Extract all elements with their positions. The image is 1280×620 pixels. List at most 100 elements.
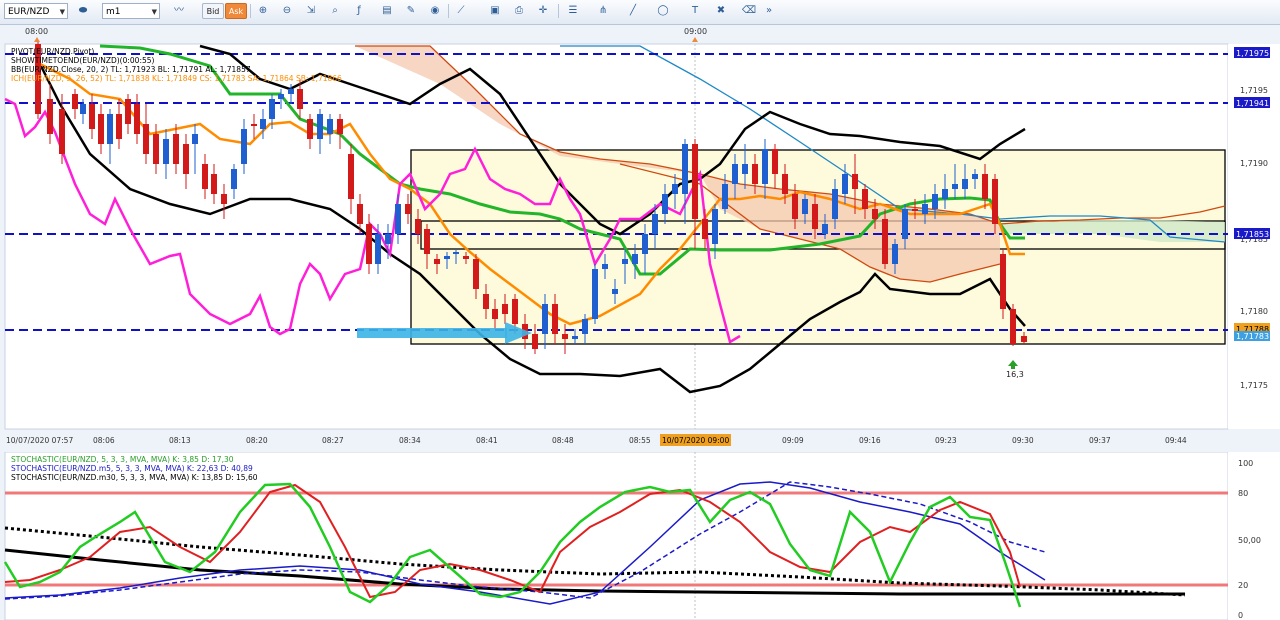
candle-body	[153, 134, 159, 164]
stoch-legend-m1: STOCHASTIC(EUR/NZD, 5, 3, 3, MVA, MVA) K…	[11, 455, 234, 464]
candle[interactable]	[592, 264, 598, 324]
candle-body	[812, 204, 818, 229]
line-chart-icon[interactable]: 〰	[170, 3, 188, 19]
candle-body	[366, 224, 372, 264]
candle-body	[59, 109, 65, 154]
image-icon[interactable]: ▣	[486, 3, 504, 19]
time-marker-icon	[692, 37, 698, 42]
candle-body	[862, 189, 868, 209]
candle-body	[952, 184, 958, 189]
zoom-in-icon[interactable]: ⊕	[254, 3, 272, 19]
time-marker-icon	[34, 37, 40, 42]
candle-body	[922, 204, 928, 214]
candle-body	[662, 194, 668, 214]
price-tick: 1,7175	[1240, 381, 1268, 390]
candle-body	[80, 104, 86, 114]
template-icon[interactable]: ▤	[378, 3, 396, 19]
candle-body	[502, 304, 508, 314]
candle-body	[434, 259, 440, 264]
timeframe-select[interactable]: m1 ▼	[102, 3, 160, 19]
stochastic-panel[interactable]: STOCHASTIC(EUR/NZD, 5, 3, 3, MVA, MVA) K…	[0, 452, 1280, 620]
candle-body	[972, 174, 978, 179]
time-tick: 09:09	[782, 436, 804, 445]
candle-body	[602, 264, 608, 269]
candle-body	[762, 149, 768, 184]
autoscroll-icon[interactable]: ⇲	[302, 3, 320, 19]
fibonacci-icon[interactable]: ⋔	[594, 3, 612, 19]
crosshair-icon[interactable]: ✛	[534, 3, 552, 19]
candle-body	[832, 189, 838, 219]
symbol-select[interactable]: EUR/NZD ▼	[4, 3, 68, 19]
ellipse-icon[interactable]: ◯	[654, 3, 672, 19]
candle-body	[278, 94, 284, 99]
candle-body	[962, 179, 968, 189]
candle-body	[622, 259, 628, 264]
candle-body	[782, 174, 788, 194]
chevron-down-icon: ▼	[59, 8, 65, 16]
stoch-tick: 80	[1238, 489, 1248, 498]
candle-body	[902, 209, 908, 239]
candle-body	[722, 184, 728, 209]
legend-ichimoku: ICH(EUR/NZD, 9, 26, 52) TL: 1,71838 KL: …	[11, 74, 342, 83]
candle-body	[732, 164, 738, 184]
zoom-fit-icon[interactable]: ⌕	[326, 3, 344, 19]
print-icon[interactable]: ⎙	[510, 3, 528, 19]
legend-pivot: PIVOT(EUR/NZD.Pivot)	[11, 47, 94, 56]
price-tag: 1,71975	[1236, 49, 1269, 58]
time-tick: 08:55	[629, 436, 651, 445]
candle-body	[385, 234, 391, 244]
candle[interactable]	[1000, 249, 1006, 319]
price-chart[interactable]: 08:00 09:00 16,3 PIVOT(EUR/NZD.Pivot) SH	[0, 24, 1280, 449]
time-tick: 09:44	[1165, 436, 1187, 445]
candle-body	[307, 119, 313, 139]
stoch-legend-m30: STOCHASTIC(EUR/NZD.m30, 5, 3, 3, MVA, MV…	[11, 473, 258, 482]
candle-body	[682, 144, 688, 194]
candle-body	[107, 114, 113, 144]
stoch-legend-m5: STOCHASTIC(EUR/NZD.m5, 5, 3, 3, MVA, MVA…	[11, 464, 253, 473]
trendline-icon[interactable]: ╱	[624, 3, 642, 19]
up-arrow-icon-stem	[1011, 365, 1015, 369]
candle-body	[183, 144, 189, 174]
candle-body	[72, 94, 78, 109]
symbol-value: EUR/NZD	[8, 7, 50, 17]
candle-body	[512, 299, 518, 324]
ruler-icon[interactable]: ⟋	[452, 3, 470, 19]
candle-body	[463, 256, 469, 259]
candle-body	[652, 214, 658, 234]
price-tick: 1,7195	[1240, 86, 1268, 95]
candle-body	[327, 119, 333, 134]
edit-icon[interactable]: ✎	[402, 3, 420, 19]
eraser-icon[interactable]: ⌫	[740, 3, 758, 19]
candle-body	[163, 139, 169, 164]
candle[interactable]	[1010, 304, 1016, 346]
globe-icon[interactable]: ◉	[426, 3, 444, 19]
candle-body	[582, 319, 588, 334]
candle-body	[552, 304, 558, 334]
candle-body	[772, 149, 778, 174]
candle-body	[231, 169, 237, 189]
candle-body	[532, 334, 538, 349]
bid-button[interactable]: Bid	[202, 3, 224, 19]
time-tick: 08:20	[246, 436, 268, 445]
candle-body	[932, 194, 938, 209]
candle-body	[892, 244, 898, 264]
delete-icon[interactable]: ✖	[712, 3, 730, 19]
candle-body	[742, 164, 748, 174]
candle-body	[453, 252, 459, 254]
candle-body	[992, 179, 998, 224]
candle-body	[592, 269, 598, 319]
chart-type-icon[interactable]: ⬬	[74, 3, 92, 19]
indicators-icon[interactable]: ƒ	[350, 3, 368, 19]
candle-body	[483, 294, 489, 309]
candle-body	[882, 219, 888, 264]
horizontal-line-icon[interactable]: ☰	[564, 3, 582, 19]
zoom-out-icon[interactable]: ⊖	[278, 3, 296, 19]
candle-body	[792, 194, 798, 219]
candle-body	[642, 234, 648, 254]
legend-bollinger: BB(EUR/NZD.Close, 20, 2) TL: 1,71923 BL:…	[11, 65, 251, 74]
timeframe-value: m1	[106, 7, 121, 17]
more-icon[interactable]: »	[760, 3, 778, 19]
ask-button[interactable]: Ask	[225, 3, 247, 19]
candle-body	[221, 194, 227, 204]
text-icon[interactable]: T	[686, 3, 704, 19]
